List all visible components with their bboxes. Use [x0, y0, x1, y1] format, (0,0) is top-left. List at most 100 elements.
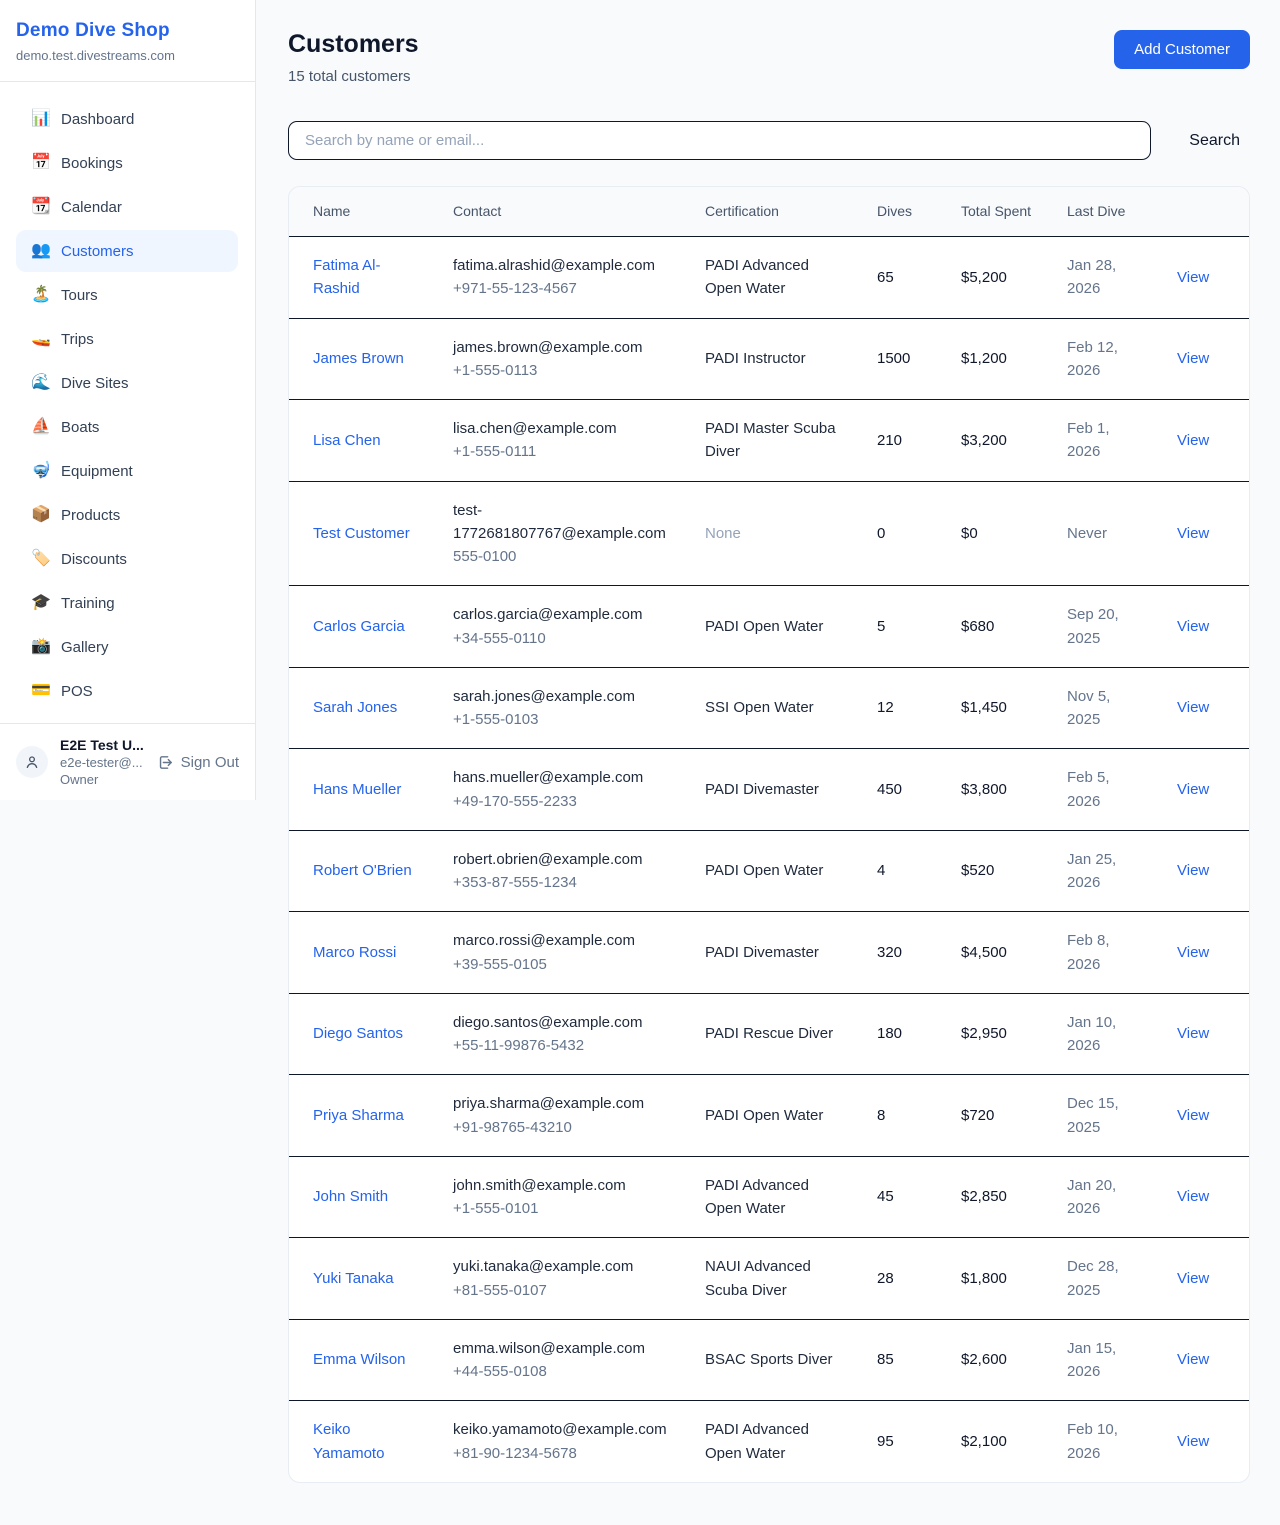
customer-dives: 95: [877, 1433, 894, 1450]
customer-total-spent: $520: [961, 862, 994, 879]
sign-out-button[interactable]: Sign Out: [157, 754, 239, 771]
sidebar-item-label: Trips: [61, 331, 94, 348]
customer-dives: 4: [877, 862, 885, 879]
customer-certification: PADI Advanced Open Water: [705, 1421, 809, 1461]
sidebar-item-discounts[interactable]: 🏷️ Discounts: [16, 538, 238, 580]
sidebar-item-equipment[interactable]: 🤿 Equipment: [16, 450, 238, 492]
sidebar-item-products[interactable]: 📦 Products: [16, 494, 238, 536]
customer-dives: 1500: [877, 350, 910, 367]
customer-last-dive: Feb 10, 2026: [1067, 1421, 1118, 1461]
sidebar-item-gallery[interactable]: 📸 Gallery: [16, 626, 238, 668]
customer-name-link[interactable]: Carlos Garcia: [313, 618, 405, 635]
page-subtitle: 15 total customers: [288, 68, 419, 85]
tag-icon: 🏷️: [31, 551, 49, 567]
customer-phone: +1-555-0103: [453, 708, 673, 731]
user-meta: E2E Test U... e2e-tester@... Owner: [60, 737, 145, 787]
customer-name-link[interactable]: Diego Santos: [313, 1025, 403, 1042]
customer-phone: 555-0100: [453, 545, 673, 568]
customer-name-link[interactable]: Marco Rossi: [313, 944, 396, 961]
sidebar-item-dashboard[interactable]: 📊 Dashboard: [16, 98, 238, 140]
customer-certification: PADI Open Water: [705, 1107, 823, 1124]
customer-phone: +1-555-0113: [453, 359, 673, 382]
view-customer-link[interactable]: View: [1177, 1433, 1209, 1450]
customer-name-link[interactable]: Sarah Jones: [313, 699, 397, 716]
customer-name-link[interactable]: Keiko Yamamoto: [313, 1421, 384, 1461]
dashboard-icon: 📊: [31, 111, 49, 127]
customer-name-link[interactable]: Yuki Tanaka: [313, 1270, 394, 1287]
column-header-certification: Certification: [689, 187, 861, 237]
avatar: [16, 746, 48, 778]
customer-email: robert.obrien@example.com: [453, 848, 673, 871]
view-customer-link[interactable]: View: [1177, 862, 1209, 879]
column-header-dives: Dives: [861, 187, 945, 237]
sidebar: Demo Dive Shop demo.test.divestreams.com…: [0, 0, 256, 800]
customer-email: test-1772681807767@example.com: [453, 499, 673, 546]
view-customer-link[interactable]: View: [1177, 432, 1209, 449]
customer-name-link[interactable]: Priya Sharma: [313, 1107, 404, 1124]
user-role: Owner: [60, 772, 145, 787]
customer-phone: +1-555-0111: [453, 440, 673, 463]
search-button[interactable]: Search: [1179, 124, 1250, 158]
table-header: Name Contact Certification Dives Total S…: [289, 187, 1250, 237]
customer-certification: PADI Rescue Diver: [705, 1025, 833, 1042]
table-row: Yuki Tanaka yuki.tanaka@example.com +81-…: [289, 1238, 1250, 1320]
sidebar-item-bookings[interactable]: 📅 Bookings: [16, 142, 238, 184]
credit-card-icon: 💳: [31, 683, 49, 699]
sidebar-item-tours[interactable]: 🏝️ Tours: [16, 274, 238, 316]
view-customer-link[interactable]: View: [1177, 1025, 1209, 1042]
customers-table-card: Name Contact Certification Dives Total S…: [288, 186, 1250, 1483]
column-header-name: Name: [289, 187, 437, 237]
customer-last-dive: Nov 5, 2025: [1067, 688, 1110, 728]
sidebar-item-customers[interactable]: 👥 Customers: [16, 230, 238, 272]
customer-name-link[interactable]: Lisa Chen: [313, 432, 381, 449]
customer-certification: PADI Open Water: [705, 862, 823, 879]
view-customer-link[interactable]: View: [1177, 944, 1209, 961]
view-customer-link[interactable]: View: [1177, 781, 1209, 798]
customer-total-spent: $680: [961, 618, 994, 635]
sidebar-item-pos[interactable]: 💳 POS: [16, 670, 238, 712]
customer-name-link[interactable]: Test Customer: [313, 525, 410, 542]
sidebar-item-calendar[interactable]: 📆 Calendar: [16, 186, 238, 228]
view-customer-link[interactable]: View: [1177, 1107, 1209, 1124]
view-customer-link[interactable]: View: [1177, 525, 1209, 542]
customer-last-dive: Jan 28, 2026: [1067, 257, 1116, 297]
view-customer-link[interactable]: View: [1177, 1188, 1209, 1205]
customer-name-link[interactable]: Hans Mueller: [313, 781, 401, 798]
sidebar-item-label: Bookings: [61, 155, 123, 172]
view-customer-link[interactable]: View: [1177, 1351, 1209, 1368]
table-row: Robert O'Brien robert.obrien@example.com…: [289, 830, 1250, 912]
customer-email: marco.rossi@example.com: [453, 929, 673, 952]
page-header-text: Customers 15 total customers: [288, 30, 419, 85]
customer-name-link[interactable]: James Brown: [313, 350, 404, 367]
sidebar-item-trips[interactable]: 🚤 Trips: [16, 318, 238, 360]
view-customer-link[interactable]: View: [1177, 1270, 1209, 1287]
search-input[interactable]: [288, 121, 1151, 160]
sidebar-item-training[interactable]: 🎓 Training: [16, 582, 238, 624]
customer-phone: +971-55-123-4567: [453, 277, 673, 300]
sidebar-item-dive-sites[interactable]: 🌊 Dive Sites: [16, 362, 238, 404]
customer-last-dive: Dec 28, 2025: [1067, 1258, 1119, 1298]
customer-phone: +1-555-0101: [453, 1197, 673, 1220]
customer-name-link[interactable]: Emma Wilson: [313, 1351, 406, 1368]
view-customer-link[interactable]: View: [1177, 618, 1209, 635]
add-customer-button[interactable]: Add Customer: [1114, 30, 1250, 69]
customer-name-link[interactable]: Fatima Al-Rashid: [313, 257, 381, 297]
view-customer-link[interactable]: View: [1177, 350, 1209, 367]
customer-total-spent: $2,100: [961, 1433, 1007, 1450]
customer-name-link[interactable]: Robert O'Brien: [313, 862, 412, 879]
customer-email: hans.mueller@example.com: [453, 766, 673, 789]
view-customer-link[interactable]: View: [1177, 699, 1209, 716]
sidebar-item-boats[interactable]: ⛵ Boats: [16, 406, 238, 448]
shop-name: Demo Dive Shop: [16, 20, 239, 42]
customer-name-link[interactable]: John Smith: [313, 1188, 388, 1205]
search-row: Search: [288, 121, 1250, 160]
view-customer-link[interactable]: View: [1177, 269, 1209, 286]
customer-email: sarah.jones@example.com: [453, 685, 673, 708]
customer-certification: NAUI Advanced Scuba Diver: [705, 1258, 811, 1298]
table-row: Keiko Yamamoto keiko.yamamoto@example.co…: [289, 1401, 1250, 1482]
customer-certification: PADI Open Water: [705, 618, 823, 635]
customer-phone: +49-170-555-2233: [453, 790, 673, 813]
sidebar-item-label: Equipment: [61, 463, 133, 480]
customer-email: emma.wilson@example.com: [453, 1337, 673, 1360]
customer-last-dive: Feb 12, 2026: [1067, 339, 1118, 379]
